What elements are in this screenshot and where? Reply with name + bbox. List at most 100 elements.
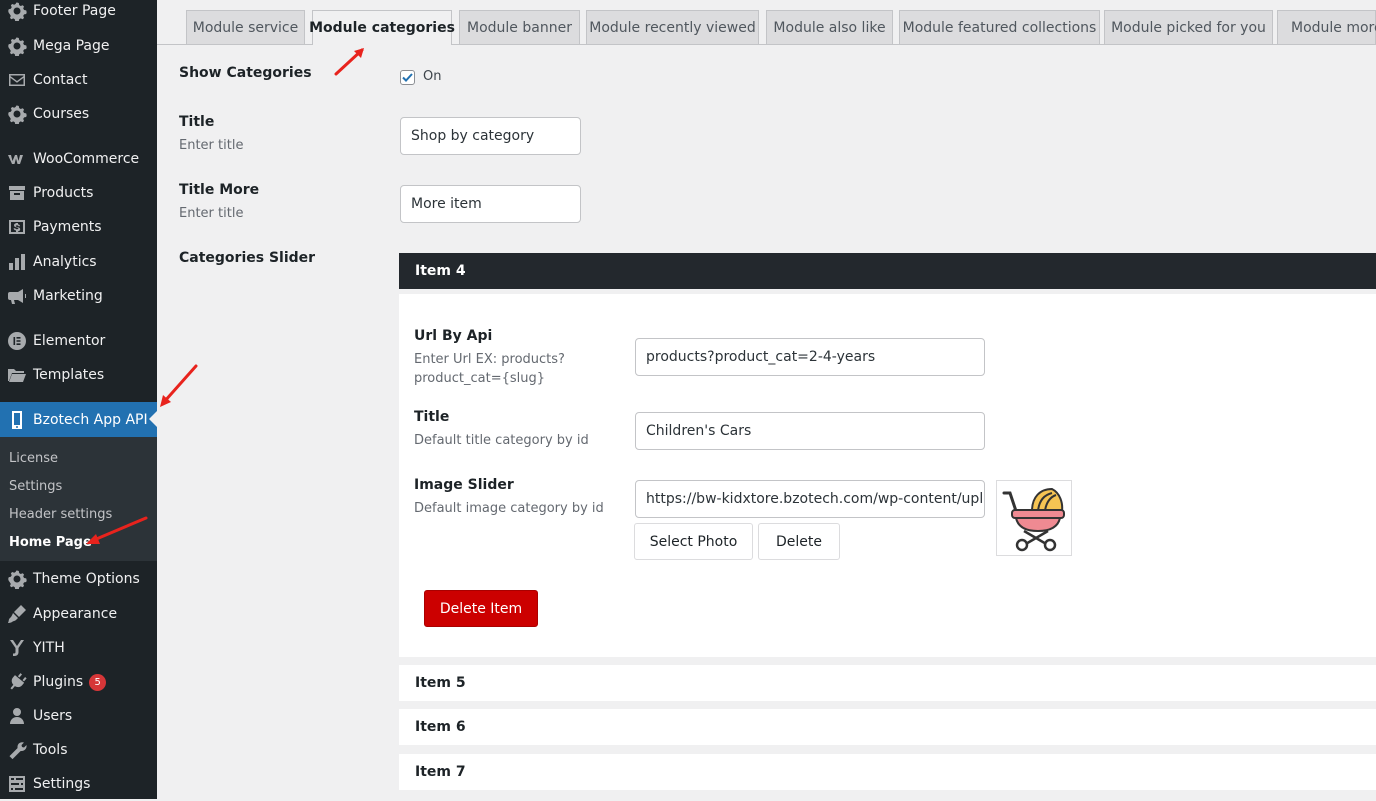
menu-contact[interactable]: Contact bbox=[0, 63, 157, 97]
tab-module-also-like[interactable]: Module also like bbox=[766, 10, 893, 44]
menu-label: Appearance bbox=[33, 606, 118, 622]
menu-courses[interactable]: Courses bbox=[0, 97, 157, 131]
menu-label: Templates bbox=[33, 367, 105, 383]
title-desc: Enter title bbox=[179, 138, 244, 153]
menu-theme-options[interactable]: Theme Options bbox=[0, 562, 157, 596]
menu-yith[interactable]: YITH bbox=[0, 631, 157, 665]
menu-label: Bzotech App API bbox=[33, 411, 148, 428]
menu-payments[interactable]: Payments bbox=[0, 210, 157, 244]
admin-sidebar: Footer Page Mega Page Contact Courses Wo… bbox=[0, 0, 157, 799]
menu-label: Tools bbox=[33, 742, 68, 758]
menu-label: Plugins bbox=[33, 674, 84, 690]
menu-bzotech-app-api[interactable]: Bzotech App API bbox=[0, 402, 157, 437]
menu-label: Payments bbox=[33, 219, 102, 235]
menu-analytics[interactable]: Analytics bbox=[0, 245, 157, 279]
show-categories-checkbox[interactable] bbox=[400, 70, 415, 85]
image-url-input[interactable]: https://bw-kidxtore.bzotech.com/wp-conte… bbox=[635, 480, 985, 518]
elementor-icon bbox=[7, 331, 27, 351]
item-title-input[interactable]: Children's Cars bbox=[635, 412, 985, 450]
annotation-arrow-icon bbox=[160, 364, 198, 407]
title-more-input[interactable]: More item bbox=[400, 185, 581, 223]
image-slider-desc: Default image category by id bbox=[414, 501, 604, 516]
menu-tools[interactable]: Tools bbox=[0, 733, 157, 767]
title-label: Title bbox=[179, 114, 215, 130]
delete-item-button[interactable]: Delete Item bbox=[424, 590, 538, 627]
submenu-license[interactable]: License bbox=[9, 451, 58, 466]
menu-footer-page[interactable]: Footer Page bbox=[0, 0, 157, 28]
menu-label: YITH bbox=[33, 640, 65, 656]
delete-photo-button[interactable]: Delete bbox=[758, 523, 840, 560]
update-count-badge: 5 bbox=[89, 673, 107, 691]
title-more-desc: Enter title bbox=[179, 206, 244, 221]
url-by-api-desc-line1: Enter Url EX: products? bbox=[414, 352, 565, 367]
user-icon bbox=[7, 706, 27, 726]
archive-icon bbox=[7, 183, 27, 203]
menu-settings[interactable]: Settings bbox=[0, 767, 157, 801]
tab-module-service[interactable]: Module service bbox=[186, 10, 305, 44]
dollar-icon bbox=[7, 217, 27, 237]
item-7-header[interactable]: Item 7 bbox=[399, 754, 1376, 790]
menu-label: Courses bbox=[33, 106, 90, 122]
show-categories-label: Show Categories bbox=[179, 65, 312, 81]
folder-icon bbox=[7, 365, 27, 385]
brush-icon bbox=[7, 604, 27, 624]
menu-label: Marketing bbox=[33, 288, 103, 304]
menu-label: Theme Options bbox=[33, 571, 140, 587]
tab-module-picked-for-you[interactable]: Module picked for you bbox=[1104, 10, 1273, 44]
menu-label: WooCommerce bbox=[33, 151, 140, 167]
title-input[interactable]: Shop by category bbox=[400, 117, 581, 155]
woocommerce-icon bbox=[7, 149, 27, 169]
sliders-icon bbox=[7, 774, 27, 794]
menu-label: Analytics bbox=[33, 254, 97, 270]
tab-module-featured-collections[interactable]: Module featured collections bbox=[899, 10, 1100, 44]
tab-module-banner[interactable]: Module banner bbox=[459, 10, 580, 44]
gear-icon bbox=[7, 1, 27, 21]
gear-icon bbox=[7, 36, 27, 56]
menu-appearance[interactable]: Appearance bbox=[0, 597, 157, 631]
menu-users[interactable]: Users bbox=[0, 699, 157, 733]
menu-label: Users bbox=[33, 708, 73, 724]
submenu-settings[interactable]: Settings bbox=[9, 479, 62, 494]
item-title-desc: Default title category by id bbox=[414, 433, 589, 448]
menu-plugins[interactable]: Plugins 5 bbox=[0, 665, 157, 699]
annotation-arrow-icon bbox=[334, 48, 364, 76]
tab-module-categories[interactable]: Module categories bbox=[309, 10, 455, 45]
menu-label: Footer Page bbox=[33, 3, 116, 19]
checkmark-icon bbox=[402, 73, 413, 82]
menu-label: Settings bbox=[33, 776, 91, 792]
menu-woocommerce[interactable]: WooCommerce bbox=[0, 142, 157, 176]
envelope-icon bbox=[7, 70, 27, 90]
bar-chart-icon bbox=[7, 252, 27, 272]
phone-icon bbox=[7, 410, 27, 430]
menu-label: Elementor bbox=[33, 333, 106, 349]
select-photo-button[interactable]: Select Photo bbox=[634, 523, 753, 560]
menu-templates[interactable]: Templates bbox=[0, 358, 157, 392]
menu-label: Mega Page bbox=[33, 38, 110, 54]
menu-marketing[interactable]: Marketing bbox=[0, 279, 157, 313]
menu-products[interactable]: Products bbox=[0, 176, 157, 210]
menu-elementor[interactable]: Elementor bbox=[0, 324, 157, 358]
menu-mega-page[interactable]: Mega Page bbox=[0, 29, 157, 63]
baby-stroller-icon bbox=[1002, 487, 1065, 552]
megaphone-icon bbox=[7, 286, 27, 306]
item-5-header[interactable]: Item 5 bbox=[399, 665, 1376, 701]
url-by-api-label: Url By Api bbox=[414, 328, 493, 344]
menu-label: Contact bbox=[33, 72, 88, 88]
gear-icon bbox=[7, 104, 27, 124]
tab-module-more[interactable]: Module more bbox=[1277, 10, 1376, 44]
submenu-header-settings[interactable]: Header settings bbox=[9, 507, 112, 522]
submenu-home-page[interactable]: Home Page bbox=[9, 535, 92, 550]
item-6-header[interactable]: Item 6 bbox=[399, 709, 1376, 745]
url-by-api-input[interactable]: products?product_cat=2-4-years bbox=[635, 338, 985, 376]
item-title-label: Title bbox=[414, 409, 450, 425]
image-slider-label: Image Slider bbox=[414, 477, 514, 493]
menu-label: Products bbox=[33, 185, 94, 201]
item-4-header[interactable]: Item 4 bbox=[399, 253, 1376, 289]
plug-icon bbox=[7, 672, 27, 692]
categories-slider-label: Categories Slider bbox=[179, 250, 316, 266]
image-preview bbox=[996, 480, 1072, 556]
show-categories-on-label: On bbox=[423, 69, 442, 84]
title-more-label: Title More bbox=[179, 182, 260, 198]
tab-module-recently-viewed[interactable]: Module recently viewed bbox=[586, 10, 759, 44]
url-by-api-desc-line2: product_cat={slug} bbox=[414, 371, 546, 386]
